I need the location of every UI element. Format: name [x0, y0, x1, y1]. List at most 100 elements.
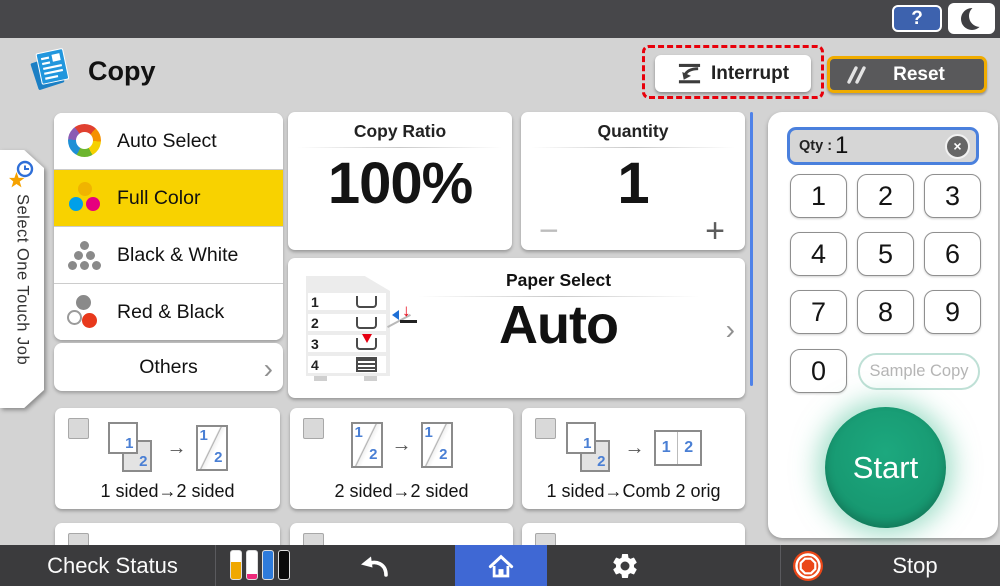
- page-number: 1: [355, 425, 363, 440]
- home-icon: [486, 551, 516, 581]
- divider: [215, 545, 216, 586]
- auto-select-swirl-icon: [67, 124, 103, 158]
- key-label: 7: [811, 297, 826, 328]
- color-mode-auto-select[interactable]: Auto Select: [54, 113, 283, 170]
- start-label: Start: [853, 450, 918, 486]
- qty-input-value: 1: [835, 132, 848, 160]
- tray-number: 1: [311, 294, 319, 310]
- start-button[interactable]: Start: [825, 407, 946, 528]
- page-number: 2: [369, 447, 377, 462]
- color-mode-others[interactable]: Others ›: [54, 343, 283, 391]
- color-mode-label: Red & Black: [117, 301, 224, 324]
- check-status-label: Check Status: [47, 553, 178, 579]
- others-label: Others: [139, 356, 198, 379]
- one-touch-job-tab[interactable]: Select One Touch Job: [0, 150, 44, 408]
- paper-select-card[interactable]: 1 2 3 4 ↓ Paper Select Auto: [288, 258, 745, 398]
- tray-paper-icon: [356, 317, 377, 329]
- tray-row-4: 4: [308, 356, 386, 373]
- option-1sided-comb2orig[interactable]: 2 1 → 1 2 1 sided→Comb 2 orig: [522, 408, 745, 509]
- toner-black-bar: [278, 550, 290, 580]
- page-number: 1: [656, 432, 679, 464]
- key-label: 9: [945, 297, 960, 328]
- tray-row-3: 3: [308, 335, 386, 352]
- page-number: 1: [125, 436, 133, 451]
- bottom-system-bar: Check Status: [0, 545, 1000, 586]
- color-mode-label: Auto Select: [117, 130, 217, 153]
- paper-tray-diagram: 1 2 3 4 ↓: [306, 276, 406, 382]
- option-1sided-2sided[interactable]: 2 1 → 1 2 1 sided→2 sided: [55, 408, 280, 509]
- key-label: 1: [811, 181, 826, 212]
- arrow-icon: →: [625, 437, 645, 460]
- quantity-title: Quantity: [521, 112, 745, 147]
- key-label: 6: [945, 239, 960, 270]
- toner-level-indicator: [230, 550, 290, 580]
- interrupt-label: Interrupt: [711, 63, 789, 85]
- keypad-key-2[interactable]: 2: [857, 174, 914, 218]
- back-arrow-icon: [357, 552, 393, 580]
- keypad-key-3[interactable]: 3: [924, 174, 981, 218]
- help-button[interactable]: ?: [892, 5, 942, 32]
- tray-row-1: 1: [308, 293, 386, 310]
- tray-paper-icon: [356, 296, 377, 308]
- key-label: 4: [811, 239, 826, 270]
- tray-number: 2: [311, 315, 319, 331]
- page-title: Copy: [88, 56, 156, 87]
- settings-button[interactable]: [597, 545, 653, 586]
- keypad-key-4[interactable]: 4: [790, 232, 847, 276]
- sample-copy-button[interactable]: Sample Copy: [858, 353, 980, 390]
- top-status-bar: ?: [0, 0, 1000, 38]
- keypad-key-6[interactable]: 6: [924, 232, 981, 276]
- duplex-icon-2s2s: 1 2 → 1 2: [290, 422, 513, 468]
- option-2sided-2sided[interactable]: 1 2 → 1 2 2 sided→2 sided: [290, 408, 513, 509]
- home-button[interactable]: [455, 545, 547, 586]
- qty-prefix-label: Qty :: [799, 138, 832, 154]
- tray-low-paper-icon: [356, 338, 377, 350]
- quantity-input-field[interactable]: Qty : 1 ×: [787, 127, 979, 165]
- keypad-key-0[interactable]: 0: [790, 349, 847, 393]
- energy-saver-button[interactable]: [948, 3, 995, 34]
- page-number: 2: [139, 454, 147, 469]
- key-label: 5: [878, 239, 893, 270]
- quantity-card[interactable]: Quantity 1 − +: [521, 112, 745, 250]
- quantity-increase-button[interactable]: +: [705, 214, 725, 248]
- paper-select-title: Paper Select: [406, 270, 711, 291]
- color-mode-label: Full Color: [117, 187, 200, 210]
- check-status-button[interactable]: Check Status: [10, 545, 215, 586]
- printer-foot: [314, 376, 327, 381]
- chevron-right-icon: ›: [264, 355, 273, 383]
- interrupt-annotation-box: Interrupt: [642, 45, 824, 99]
- clear-quantity-button[interactable]: ×: [945, 134, 970, 159]
- vertical-scrollbar[interactable]: [750, 112, 753, 386]
- stop-icon: [792, 550, 824, 582]
- keypad-key-9[interactable]: 9: [924, 290, 981, 334]
- key-label: 8: [878, 297, 893, 328]
- color-mode-red-black[interactable]: Red & Black: [54, 284, 283, 340]
- toner-yellow-bar: [230, 550, 242, 580]
- keypad-key-5[interactable]: 5: [857, 232, 914, 276]
- moon-icon: [961, 8, 983, 30]
- back-button[interactable]: [347, 545, 403, 586]
- quantity-decrease-button[interactable]: −: [539, 214, 559, 248]
- keypad-key-8[interactable]: 8: [857, 290, 914, 334]
- option-label: 1 sided→Comb 2 orig: [522, 481, 745, 502]
- page-number: 2: [439, 447, 447, 462]
- reset-button[interactable]: Reset: [827, 56, 987, 93]
- page-number: 1: [425, 425, 433, 440]
- option-label: 2 sided→2 sided: [290, 481, 513, 502]
- divider: [780, 545, 781, 586]
- black-white-dots-icon: [67, 238, 103, 272]
- keypad-key-7[interactable]: 7: [790, 290, 847, 334]
- copier-touchscreen: ? Copy Interrupt: [0, 0, 1000, 586]
- red-black-dots-icon: [67, 295, 103, 329]
- keypad-key-1[interactable]: 1: [790, 174, 847, 218]
- color-mode-black-white[interactable]: Black & White: [54, 227, 283, 284]
- page-number: 1: [583, 436, 591, 451]
- color-mode-full-color[interactable]: Full Color: [54, 170, 283, 227]
- help-label: ?: [911, 8, 923, 30]
- paper-select-value: Auto: [406, 294, 711, 356]
- chevron-right-icon: ›: [726, 316, 735, 344]
- stop-button[interactable]: [790, 545, 826, 586]
- copy-ratio-value: 100%: [288, 150, 512, 217]
- interrupt-button[interactable]: Interrupt: [655, 55, 811, 92]
- copy-ratio-card[interactable]: Copy Ratio 100%: [288, 112, 512, 250]
